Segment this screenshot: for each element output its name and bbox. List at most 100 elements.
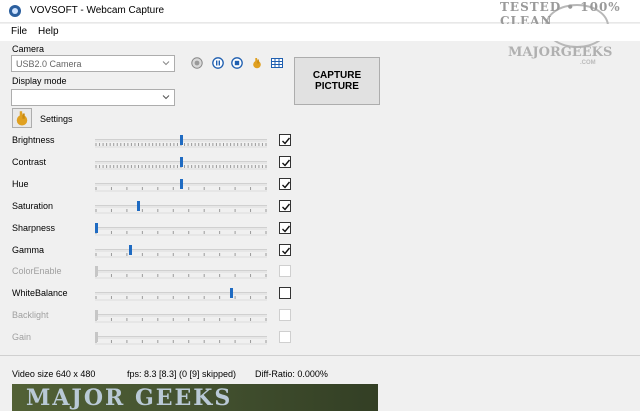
control-auto-checkbox xyxy=(279,331,291,344)
control-row-colorenable: ColorEnable xyxy=(0,262,300,284)
stop-icon[interactable] xyxy=(231,57,243,69)
slider-rail xyxy=(95,336,267,340)
control-auto-checkbox[interactable] xyxy=(279,287,291,300)
control-auto-checkbox[interactable] xyxy=(279,134,291,146)
control-label: Gamma xyxy=(12,244,45,255)
record-icon[interactable] xyxy=(191,57,203,69)
slider-rail-bottom xyxy=(95,277,267,280)
slider-rail-bottom xyxy=(95,343,267,346)
control-row-whitebalance: WhiteBalance xyxy=(0,284,300,306)
control-row-backlight: Backlight xyxy=(0,306,300,328)
camera-select-value: USB2.0 Camera xyxy=(16,59,82,69)
control-slider xyxy=(95,329,267,347)
pause-icon[interactable] xyxy=(212,57,224,69)
control-slider xyxy=(95,307,267,325)
control-slider[interactable] xyxy=(95,132,267,150)
slider-rail-bottom xyxy=(95,255,267,258)
slider-ticks xyxy=(95,252,267,256)
control-label: Hue xyxy=(12,178,29,189)
control-auto-checkbox[interactable] xyxy=(279,243,291,256)
control-auto-checkbox[interactable] xyxy=(279,177,291,190)
checkmark-icon xyxy=(282,225,291,233)
control-label: Brightness xyxy=(12,135,55,145)
control-slider xyxy=(95,263,267,281)
window-title: VOVSOFT - Webcam Capture xyxy=(30,5,165,16)
control-row-brightness: Brightness xyxy=(0,131,300,153)
control-slider[interactable] xyxy=(95,242,267,260)
control-label: ColorEnable xyxy=(12,266,62,277)
control-auto-checkbox[interactable] xyxy=(279,221,291,234)
control-auto-checkbox[interactable] xyxy=(279,199,291,212)
camera-select[interactable]: USB2.0 Camera xyxy=(11,55,175,72)
control-row-sharpness: Sharpness xyxy=(0,219,300,241)
slider-rail xyxy=(95,226,267,230)
slider-ticks xyxy=(95,296,267,300)
checkmark-icon xyxy=(282,203,291,211)
control-slider[interactable] xyxy=(95,176,267,194)
slider-rail-bottom xyxy=(95,167,267,170)
slider-rail xyxy=(95,270,267,274)
slider-ticks xyxy=(95,340,267,344)
menu-bar: File Help xyxy=(0,24,640,41)
slider-thumb xyxy=(95,266,98,277)
slider-ticks xyxy=(95,208,267,212)
control-slider[interactable] xyxy=(95,220,267,238)
status-divider xyxy=(0,355,640,356)
slider-rail xyxy=(95,248,267,252)
control-auto-checkbox xyxy=(279,309,291,322)
slider-thumb xyxy=(95,310,98,321)
control-slider[interactable] xyxy=(95,154,267,172)
slider-thumb[interactable] xyxy=(137,200,140,211)
capture-button-line1: CAPTURE xyxy=(312,70,362,81)
display-mode-select[interactable] xyxy=(11,89,175,106)
settings-hand-icon[interactable] xyxy=(251,57,263,69)
slider-rail-bottom xyxy=(95,233,267,236)
control-label: Sharpness xyxy=(12,222,56,233)
slider-thumb[interactable] xyxy=(180,135,183,145)
slider-rail-bottom xyxy=(95,211,267,214)
control-row-gain: Gain xyxy=(0,328,300,350)
camera-label: Camera xyxy=(12,44,45,54)
video-size-status: Video size 640 x 480 xyxy=(12,369,96,379)
control-label: Contrast xyxy=(12,156,47,167)
title-bar: VOVSOFT - Webcam Capture xyxy=(0,0,640,23)
slider-thumb[interactable] xyxy=(129,244,132,255)
checkmark-icon xyxy=(282,247,291,255)
slider-thumb[interactable] xyxy=(95,222,98,233)
grid-icon[interactable] xyxy=(271,57,283,69)
slider-thumb xyxy=(95,332,98,343)
control-auto-checkbox xyxy=(279,265,291,278)
slider-rail-bottom xyxy=(95,189,267,192)
checkmark-icon xyxy=(282,181,291,189)
control-label: Backlight xyxy=(12,310,49,321)
watermark-brand: MAJORGEEKS xyxy=(508,45,613,60)
capture-button-line2: PICTURE xyxy=(315,81,359,92)
preview-image-text: MAJOR GEEKS xyxy=(26,385,233,411)
settings-button[interactable] xyxy=(12,108,32,128)
webcam-app-icon xyxy=(9,5,21,17)
control-label: Gain xyxy=(12,332,32,343)
capture-picture-button[interactable]: CAPTURE PICTURE xyxy=(294,57,380,105)
watermark-sub: .COM xyxy=(580,60,596,66)
menu-help[interactable]: Help xyxy=(38,26,59,37)
menu-file[interactable]: File xyxy=(11,26,27,37)
control-row-saturation: Saturation xyxy=(0,197,300,219)
slider-ticks xyxy=(95,230,267,234)
control-row-hue: Hue xyxy=(0,175,300,197)
slider-rail-bottom xyxy=(95,146,267,148)
control-slider[interactable] xyxy=(95,285,267,303)
webcam-preview: MAJOR GEEKS xyxy=(12,384,378,411)
slider-thumb[interactable] xyxy=(230,288,233,299)
control-slider[interactable] xyxy=(95,198,267,216)
chevron-down-icon xyxy=(162,61,170,66)
slider-thumb[interactable] xyxy=(180,156,183,167)
display-mode-label: Display mode xyxy=(12,76,67,86)
slider-rail-bottom xyxy=(95,299,267,302)
control-auto-checkbox[interactable] xyxy=(279,155,291,168)
slider-thumb[interactable] xyxy=(180,178,183,189)
slider-ticks xyxy=(95,318,267,322)
checkmark-icon xyxy=(282,137,291,145)
control-label: WhiteBalance xyxy=(12,288,68,299)
slider-rail xyxy=(95,314,267,318)
slider-rail xyxy=(95,204,267,208)
